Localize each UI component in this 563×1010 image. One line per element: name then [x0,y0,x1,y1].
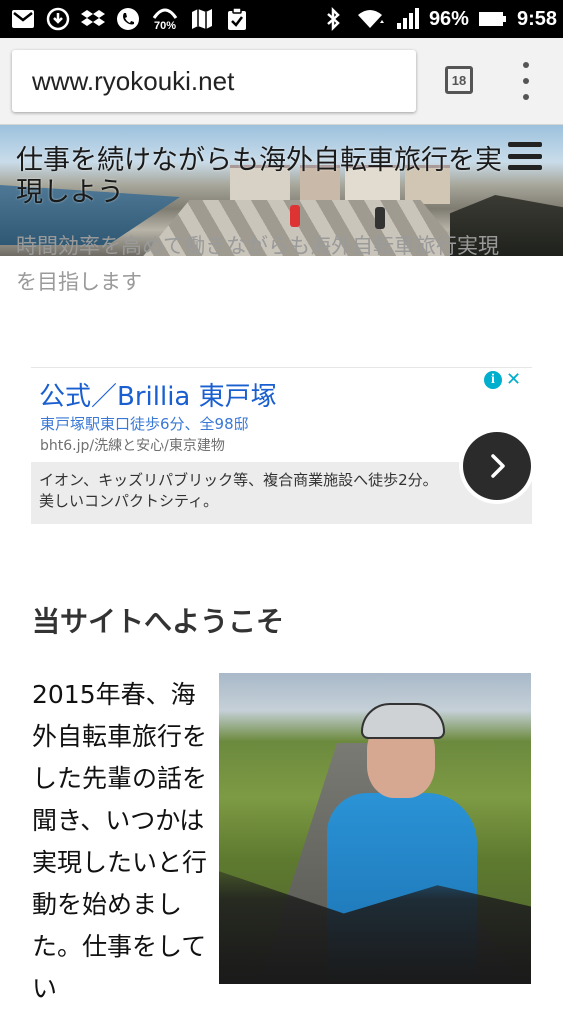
overflow-menu-icon[interactable] [516,62,536,100]
close-icon[interactable]: ✕ [506,371,521,389]
ad-title[interactable]: 公式／Brillia 東戸塚 [39,376,277,413]
browser-toolbar: www.ryokouki.net 18 [0,38,563,125]
cyclist-photo [219,673,531,984]
battery-icon [478,6,508,32]
bluetooth-icon [320,6,346,32]
map-icon [189,6,215,32]
ad-open-button[interactable] [459,428,535,504]
dropbox-icon [80,6,106,32]
chevron-right-icon [491,454,505,478]
battery-percent: 96% [428,7,469,30]
tab-switcher-button[interactable]: 18 [445,66,473,94]
wifi-icon [355,6,385,32]
clock: 9:58 [516,7,557,30]
system-status: 96% 9:58 [320,6,557,32]
ad-subline[interactable]: 東戸塚駅東口徒歩6分、全98邸 [40,413,249,434]
ad-description-text: イオン、キッズリパブリック等、複合商業施設へ徒歩2分。美しいコンパクトシティ。 [39,471,438,510]
advertisement[interactable]: 公式／Brillia 東戸塚 東戸塚駅東口徒歩6分、全98邸 bht6.jp/洗… [31,367,535,524]
notification-icons: 70% [10,6,250,32]
hamburger-menu-icon[interactable] [508,142,542,170]
signal-icon [394,6,420,32]
intro-paragraph: 2015年春、海外自転車旅行をした先輩の話を聞き、いつかは実現したいと行動を始め… [32,680,208,1003]
download-icon [45,6,71,32]
site-title[interactable]: 仕事を続けながらも海外自転車旅行を実現しよう [16,145,506,209]
site-description: 時間効率を高めて働きながらも海外自転車旅行実現を目指します [16,234,499,294]
ad-url[interactable]: bht6.jp/洗練と安心/東京建物 [40,435,225,455]
ad-description: イオン、キッズリパブリック等、複合商業施設へ徒歩2分。美しいコンパクトシティ。 [31,462,532,524]
ad-choices[interactable]: i ✕ [484,369,524,391]
data-saver-icon: 70% [150,6,180,32]
phone-icon [115,6,141,32]
status-bar: 70% 96% 9:58 [0,0,563,38]
address-bar[interactable]: www.ryokouki.net [12,50,416,112]
mail-icon [10,6,36,32]
data-saver-percent: 70% [153,20,177,32]
info-icon[interactable]: i [484,371,502,389]
section-title: 当サイトへようこそ [32,605,285,638]
clipboard-check-icon [224,6,250,32]
